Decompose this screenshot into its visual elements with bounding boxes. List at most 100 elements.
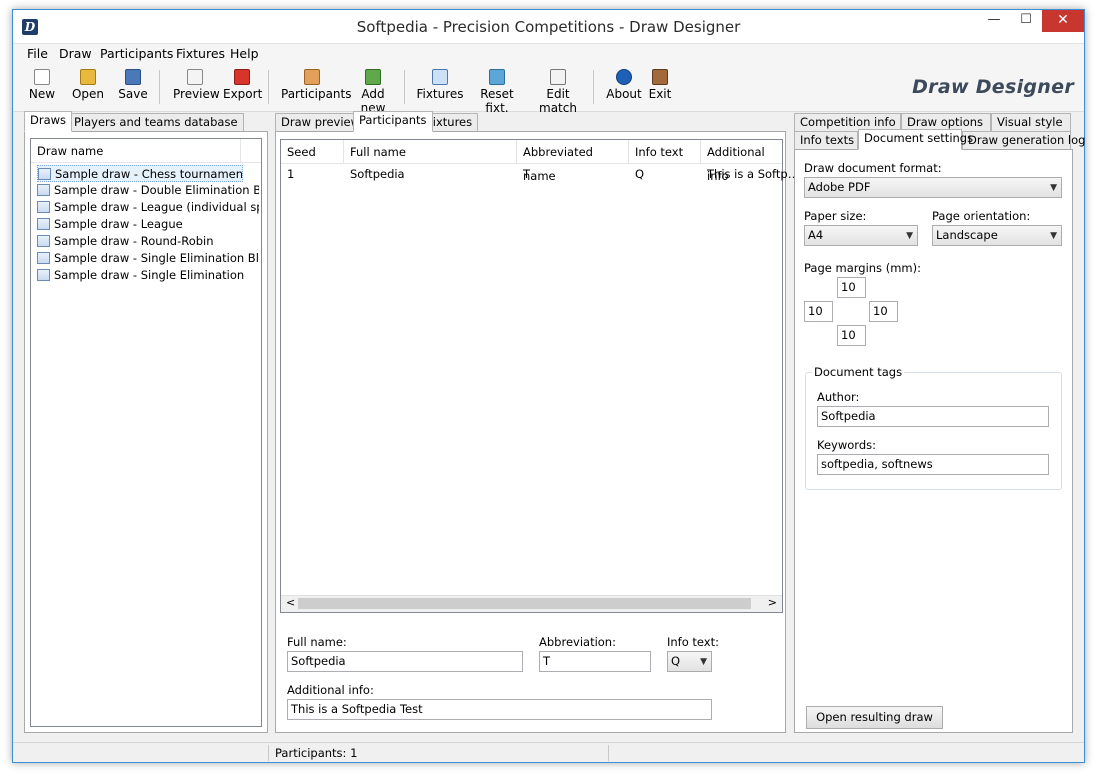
center-panel: Seed Full name Abbreviated name Info tex… <box>275 131 799 733</box>
cell-info-text: Q <box>635 167 645 181</box>
paper-size-label: Paper size: <box>804 209 867 223</box>
exit-button[interactable]: Exit <box>647 68 673 108</box>
author-input[interactable]: Softpedia <box>817 406 1049 427</box>
margin-bottom-input[interactable]: 10 <box>837 325 866 346</box>
tab-participants[interactable]: Participants <box>353 111 433 132</box>
left-panel: Draw name Sample draw - Chess tournament… <box>24 131 268 733</box>
chevron-down-icon: ▼ <box>1050 183 1057 193</box>
info-text-select[interactable]: Q ▼ <box>667 651 712 672</box>
scroll-left-icon[interactable]: < <box>286 596 295 609</box>
toolbar: New Open Save Preview Export Participant… <box>13 64 1084 115</box>
draw-file-icon <box>37 269 50 281</box>
column-abbreviated-name[interactable]: Abbreviated name <box>517 140 629 183</box>
maximize-button[interactable]: ☐ <box>1010 10 1042 32</box>
preview-button[interactable]: Preview <box>173 68 220 108</box>
edit-match-icon <box>550 69 566 85</box>
tab-draws[interactable]: Draws <box>24 111 73 132</box>
window-title: Softpedia - Precision Competitions - Dra… <box>356 18 741 36</box>
additional-info-input[interactable]: This is a Softpedia Test <box>287 699 712 720</box>
open-button[interactable]: Open <box>71 68 105 108</box>
fixtures-button[interactable]: Fixtures <box>416 68 464 108</box>
horizontal-scrollbar[interactable]: < > <box>281 595 782 612</box>
cell-full-name: Softpedia <box>350 167 405 181</box>
grid-fixtures-icon <box>432 69 448 85</box>
column-full-name[interactable]: Full name <box>344 140 517 164</box>
menu-file[interactable]: File <box>27 46 48 61</box>
add-new-button[interactable]: Add new <box>349 68 397 115</box>
menu-help[interactable]: Help <box>230 46 259 61</box>
draw-file-icon <box>38 168 51 180</box>
cell-additional-info: This is a Softp… <box>707 167 800 181</box>
draw-file-icon <box>37 184 50 196</box>
keywords-input[interactable]: softpedia, softnews <box>817 454 1049 475</box>
format-select[interactable]: Adobe PDF ▼ <box>804 177 1062 198</box>
open-resulting-draw-button[interactable]: Open resulting draw <box>806 706 943 729</box>
tab-info-texts[interactable]: Info texts <box>794 131 858 150</box>
new-button[interactable]: New <box>27 68 57 108</box>
exit-door-icon <box>652 69 668 85</box>
margin-left-input[interactable]: 10 <box>804 301 833 322</box>
reset-fixtures-button[interactable]: Reset fixt. <box>468 68 526 115</box>
participants-button[interactable]: Participants <box>281 68 352 108</box>
chevron-down-icon: ▼ <box>1050 231 1057 241</box>
list-item[interactable]: Sample draw - Single Elimination Blank <box>37 250 259 267</box>
list-item[interactable]: Sample draw - Single Elimination <box>37 267 259 284</box>
minimize-button[interactable]: — <box>978 10 1010 32</box>
list-item[interactable]: Sample draw - League <box>37 216 259 233</box>
menu-participants[interactable]: Participants <box>100 46 173 61</box>
orientation-label: Page orientation: <box>932 209 1031 223</box>
about-button[interactable]: About <box>606 68 642 108</box>
paper-size-select[interactable]: A4 ▼ <box>804 225 918 246</box>
close-button[interactable]: ✕ <box>1042 10 1084 32</box>
column-draw-name[interactable]: Draw name <box>31 139 241 163</box>
additional-info-label: Additional info: <box>287 683 374 697</box>
draw-file-icon <box>37 252 50 264</box>
list-item[interactable]: Sample draw - Round-Robin <box>37 233 259 250</box>
draw-file-icon <box>37 218 50 230</box>
open-folder-icon <box>80 69 96 85</box>
draw-file-icon <box>37 201 50 213</box>
participants-table-header: Seed Full name Abbreviated name Info tex… <box>281 140 784 183</box>
abbreviation-input[interactable]: T <box>539 651 651 672</box>
margin-right-input[interactable]: 10 <box>869 301 898 322</box>
chevron-down-icon: ▼ <box>700 657 707 667</box>
list-item[interactable]: Sample draw - League (individual sp… <box>37 199 259 216</box>
status-bar: Participants: 1 <box>13 742 1084 762</box>
tab-draw-generation-log[interactable]: Draw generation log <box>962 131 1085 150</box>
list-item[interactable]: Sample draw - Double Elimination Blank <box>37 182 259 199</box>
edit-match-button[interactable]: Edit match <box>529 68 587 115</box>
toolbar-separator <box>268 70 269 104</box>
draw-file-icon <box>37 235 50 247</box>
scrollbar-thumb[interactable] <box>298 598 751 609</box>
status-cell-right <box>609 745 1069 761</box>
participants-table[interactable]: Seed Full name Abbreviated name Info tex… <box>280 139 799 613</box>
export-button[interactable]: Export <box>223 68 262 108</box>
title-bar[interactable]: D Softpedia - Precision Competitions - D… <box>13 10 1084 44</box>
tab-players-database[interactable]: Players and teams database <box>68 113 244 132</box>
author-label: Author: <box>817 390 860 404</box>
format-label: Draw document format: <box>804 161 942 175</box>
people-icon <box>304 69 320 85</box>
menu-draw[interactable]: Draw <box>59 46 92 61</box>
orientation-select[interactable]: Landscape ▼ <box>932 225 1062 246</box>
save-button[interactable]: Save <box>117 68 149 108</box>
full-name-input[interactable]: Softpedia <box>287 651 523 672</box>
tab-visual-style[interactable]: Visual style <box>991 113 1071 132</box>
draws-list[interactable]: Draw name Sample draw - Chess tournament… <box>30 138 262 727</box>
list-item[interactable]: Sample draw - Chess tournament <box>37 165 243 182</box>
column-seed[interactable]: Seed <box>281 140 344 164</box>
tab-document-settings[interactable]: Document settings <box>858 129 973 150</box>
floppy-save-icon <box>125 69 141 85</box>
table-row[interactable]: 1 Softpedia T Q This is a Softp… <box>281 166 799 183</box>
cell-seed: 1 <box>287 167 295 181</box>
margin-top-input[interactable]: 10 <box>837 277 866 298</box>
scroll-right-icon[interactable]: > <box>768 596 777 609</box>
margins-label: Page margins (mm): <box>804 261 921 275</box>
menu-fixtures[interactable]: Fixtures <box>176 46 225 61</box>
status-cell-left <box>13 745 269 761</box>
draws-list-header: Draw name <box>31 139 261 163</box>
app-window: D Softpedia - Precision Competitions - D… <box>12 9 1085 763</box>
column-additional-info[interactable]: Additional info <box>701 140 784 183</box>
column-info-text[interactable]: Info text <box>629 140 701 164</box>
document-tags-group: Document tags Author: Softpedia Keywords… <box>805 365 1062 490</box>
